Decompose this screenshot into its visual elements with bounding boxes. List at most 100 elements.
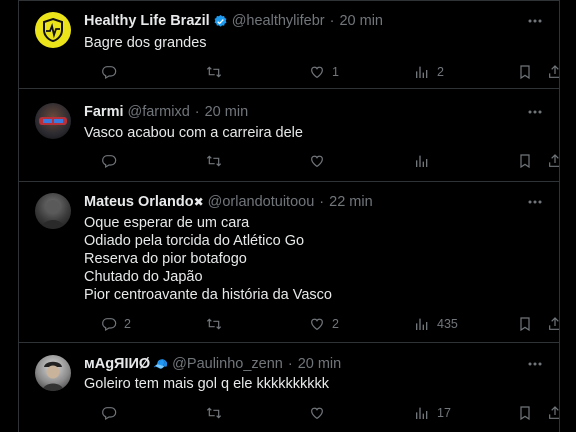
author-handle[interactable]: @Paulinho_zenn: [172, 356, 283, 372]
reply-button[interactable]: [101, 403, 124, 423]
separator: ·: [194, 104, 200, 120]
tweet-actions: 1 2: [77, 62, 559, 82]
like-icon: [311, 155, 323, 168]
views-icon: [416, 66, 428, 78]
bookmark-button[interactable]: [517, 314, 533, 334]
author-handle[interactable]: @orlandotuitoou: [208, 194, 315, 210]
reply-button[interactable]: [101, 62, 124, 82]
like-button[interactable]: 2: [309, 314, 339, 334]
avatar-image: [41, 200, 65, 229]
share-icon: [549, 154, 559, 167]
share-icon: [549, 406, 559, 419]
avatar[interactable]: [35, 103, 71, 139]
like-count: 1: [332, 65, 339, 79]
avatar-image: [42, 361, 64, 391]
tweet[interactable]: Mateus Orlando ✖ @orlandotuitoou · 22 mi…: [19, 182, 559, 343]
retweet-icon: [206, 407, 222, 419]
avatar[interactable]: [35, 12, 71, 48]
retweet-button[interactable]: [206, 62, 229, 82]
timestamp[interactable]: 20 min: [339, 13, 383, 29]
like-count: 2: [332, 317, 339, 331]
bookmark-icon: [520, 317, 530, 332]
bookmark-button[interactable]: [517, 151, 533, 171]
tweet-actions: 17: [77, 403, 559, 423]
tweet-text: Oque esperar de um cara Odiado pela torc…: [84, 214, 539, 304]
like-button[interactable]: [309, 151, 332, 171]
tweet[interactable]: мАgЯІИØ 🧢 @Paulinho_zenn · 20 min Goleir…: [19, 343, 559, 432]
tweet-header: Mateus Orlando ✖ @orlandotuitoou · 22 mi…: [84, 193, 529, 211]
retweet-button[interactable]: [206, 403, 229, 423]
more-icon[interactable]: [527, 13, 543, 29]
tweet-actions: [77, 151, 559, 171]
name-emoji: ✖: [193, 195, 204, 209]
bookmark-icon: [520, 154, 530, 169]
timestamp[interactable]: 20 min: [298, 356, 342, 372]
retweet-button[interactable]: [206, 314, 229, 334]
author-handle[interactable]: @healthylifebr: [232, 13, 325, 29]
separator: ·: [329, 13, 335, 29]
more-icon[interactable]: [527, 356, 543, 372]
like-button[interactable]: 1: [309, 62, 339, 82]
views-button[interactable]: 435: [414, 314, 458, 334]
views-button[interactable]: 2: [414, 62, 444, 82]
tweet-line: Oque esperar de um cara: [84, 215, 250, 231]
tweet-line: Reserva do pior botafogo: [84, 251, 247, 267]
like-icon: [311, 407, 323, 420]
tweet-text: Vasco acabou com a carreira dele: [84, 124, 539, 142]
tweet-line: Bagre dos grandes: [84, 35, 207, 51]
bookmark-icon: [520, 406, 530, 421]
brand-logo-icon: [43, 17, 63, 43]
tweet-header: мАgЯІИØ 🧢 @Paulinho_zenn · 20 min: [84, 355, 529, 373]
share-icon: [549, 317, 559, 330]
share-button[interactable]: [547, 62, 559, 82]
view-count: 17: [437, 406, 451, 420]
share-button[interactable]: [547, 403, 559, 423]
reply-button[interactable]: [101, 151, 124, 171]
share-button[interactable]: [547, 151, 559, 171]
author-handle[interactable]: @farmixd: [128, 104, 190, 120]
share-icon: [549, 65, 559, 78]
tweet[interactable]: Farmi @farmixd · 20 min Vasco acabou com…: [19, 89, 559, 182]
verified-badge-icon: [213, 14, 228, 29]
bookmark-button[interactable]: [517, 403, 533, 423]
separator: ·: [287, 356, 293, 372]
tweet-actions: 2 2 435: [77, 314, 559, 334]
author-name[interactable]: Farmi: [84, 104, 124, 120]
tweet[interactable]: Healthy Life Brazil @healthylifebr · 20 …: [19, 0, 559, 89]
tweet-header: Healthy Life Brazil @healthylifebr · 20 …: [84, 12, 529, 30]
avatar-image: [39, 117, 67, 125]
view-count: 2: [437, 65, 444, 79]
author-name[interactable]: Healthy Life Brazil: [84, 13, 210, 29]
views-icon: [416, 407, 428, 419]
views-icon: [416, 318, 428, 330]
views-button[interactable]: [414, 151, 437, 171]
tweet-line: Odiado pela torcida do Atlético Go: [84, 233, 305, 249]
author-name[interactable]: мАgЯІИØ: [84, 356, 150, 372]
views-icon: [416, 155, 428, 167]
timestamp[interactable]: 22 min: [329, 194, 373, 210]
avatar[interactable]: [35, 355, 71, 391]
views-button[interactable]: 17: [414, 403, 451, 423]
like-button[interactable]: [309, 403, 332, 423]
reply-count: 2: [124, 317, 131, 331]
tweet-line: Pior centroavante da história da Vasco: [84, 287, 332, 303]
reply-button[interactable]: 2: [101, 314, 131, 334]
tweet-line: Vasco acabou com a carreira dele: [84, 125, 303, 141]
view-count: 435: [437, 317, 458, 331]
bookmark-icon: [520, 65, 530, 80]
more-icon[interactable]: [527, 194, 543, 210]
author-name[interactable]: Mateus Orlando: [84, 194, 194, 210]
avatar[interactable]: [35, 193, 71, 229]
tweet-line: Goleiro tem mais gol q ele kkkkkkkkkk: [84, 376, 329, 392]
retweet-button[interactable]: [206, 151, 229, 171]
retweet-icon: [206, 66, 222, 78]
timestamp[interactable]: 20 min: [205, 104, 249, 120]
reply-icon: [102, 318, 117, 332]
bookmark-button[interactable]: [517, 62, 533, 82]
more-icon[interactable]: [527, 104, 543, 120]
tweet-line: Chutado do Japão: [84, 269, 203, 285]
share-button[interactable]: [547, 314, 559, 334]
retweet-icon: [206, 155, 222, 167]
reply-icon: [102, 66, 117, 80]
like-icon: [311, 66, 323, 79]
